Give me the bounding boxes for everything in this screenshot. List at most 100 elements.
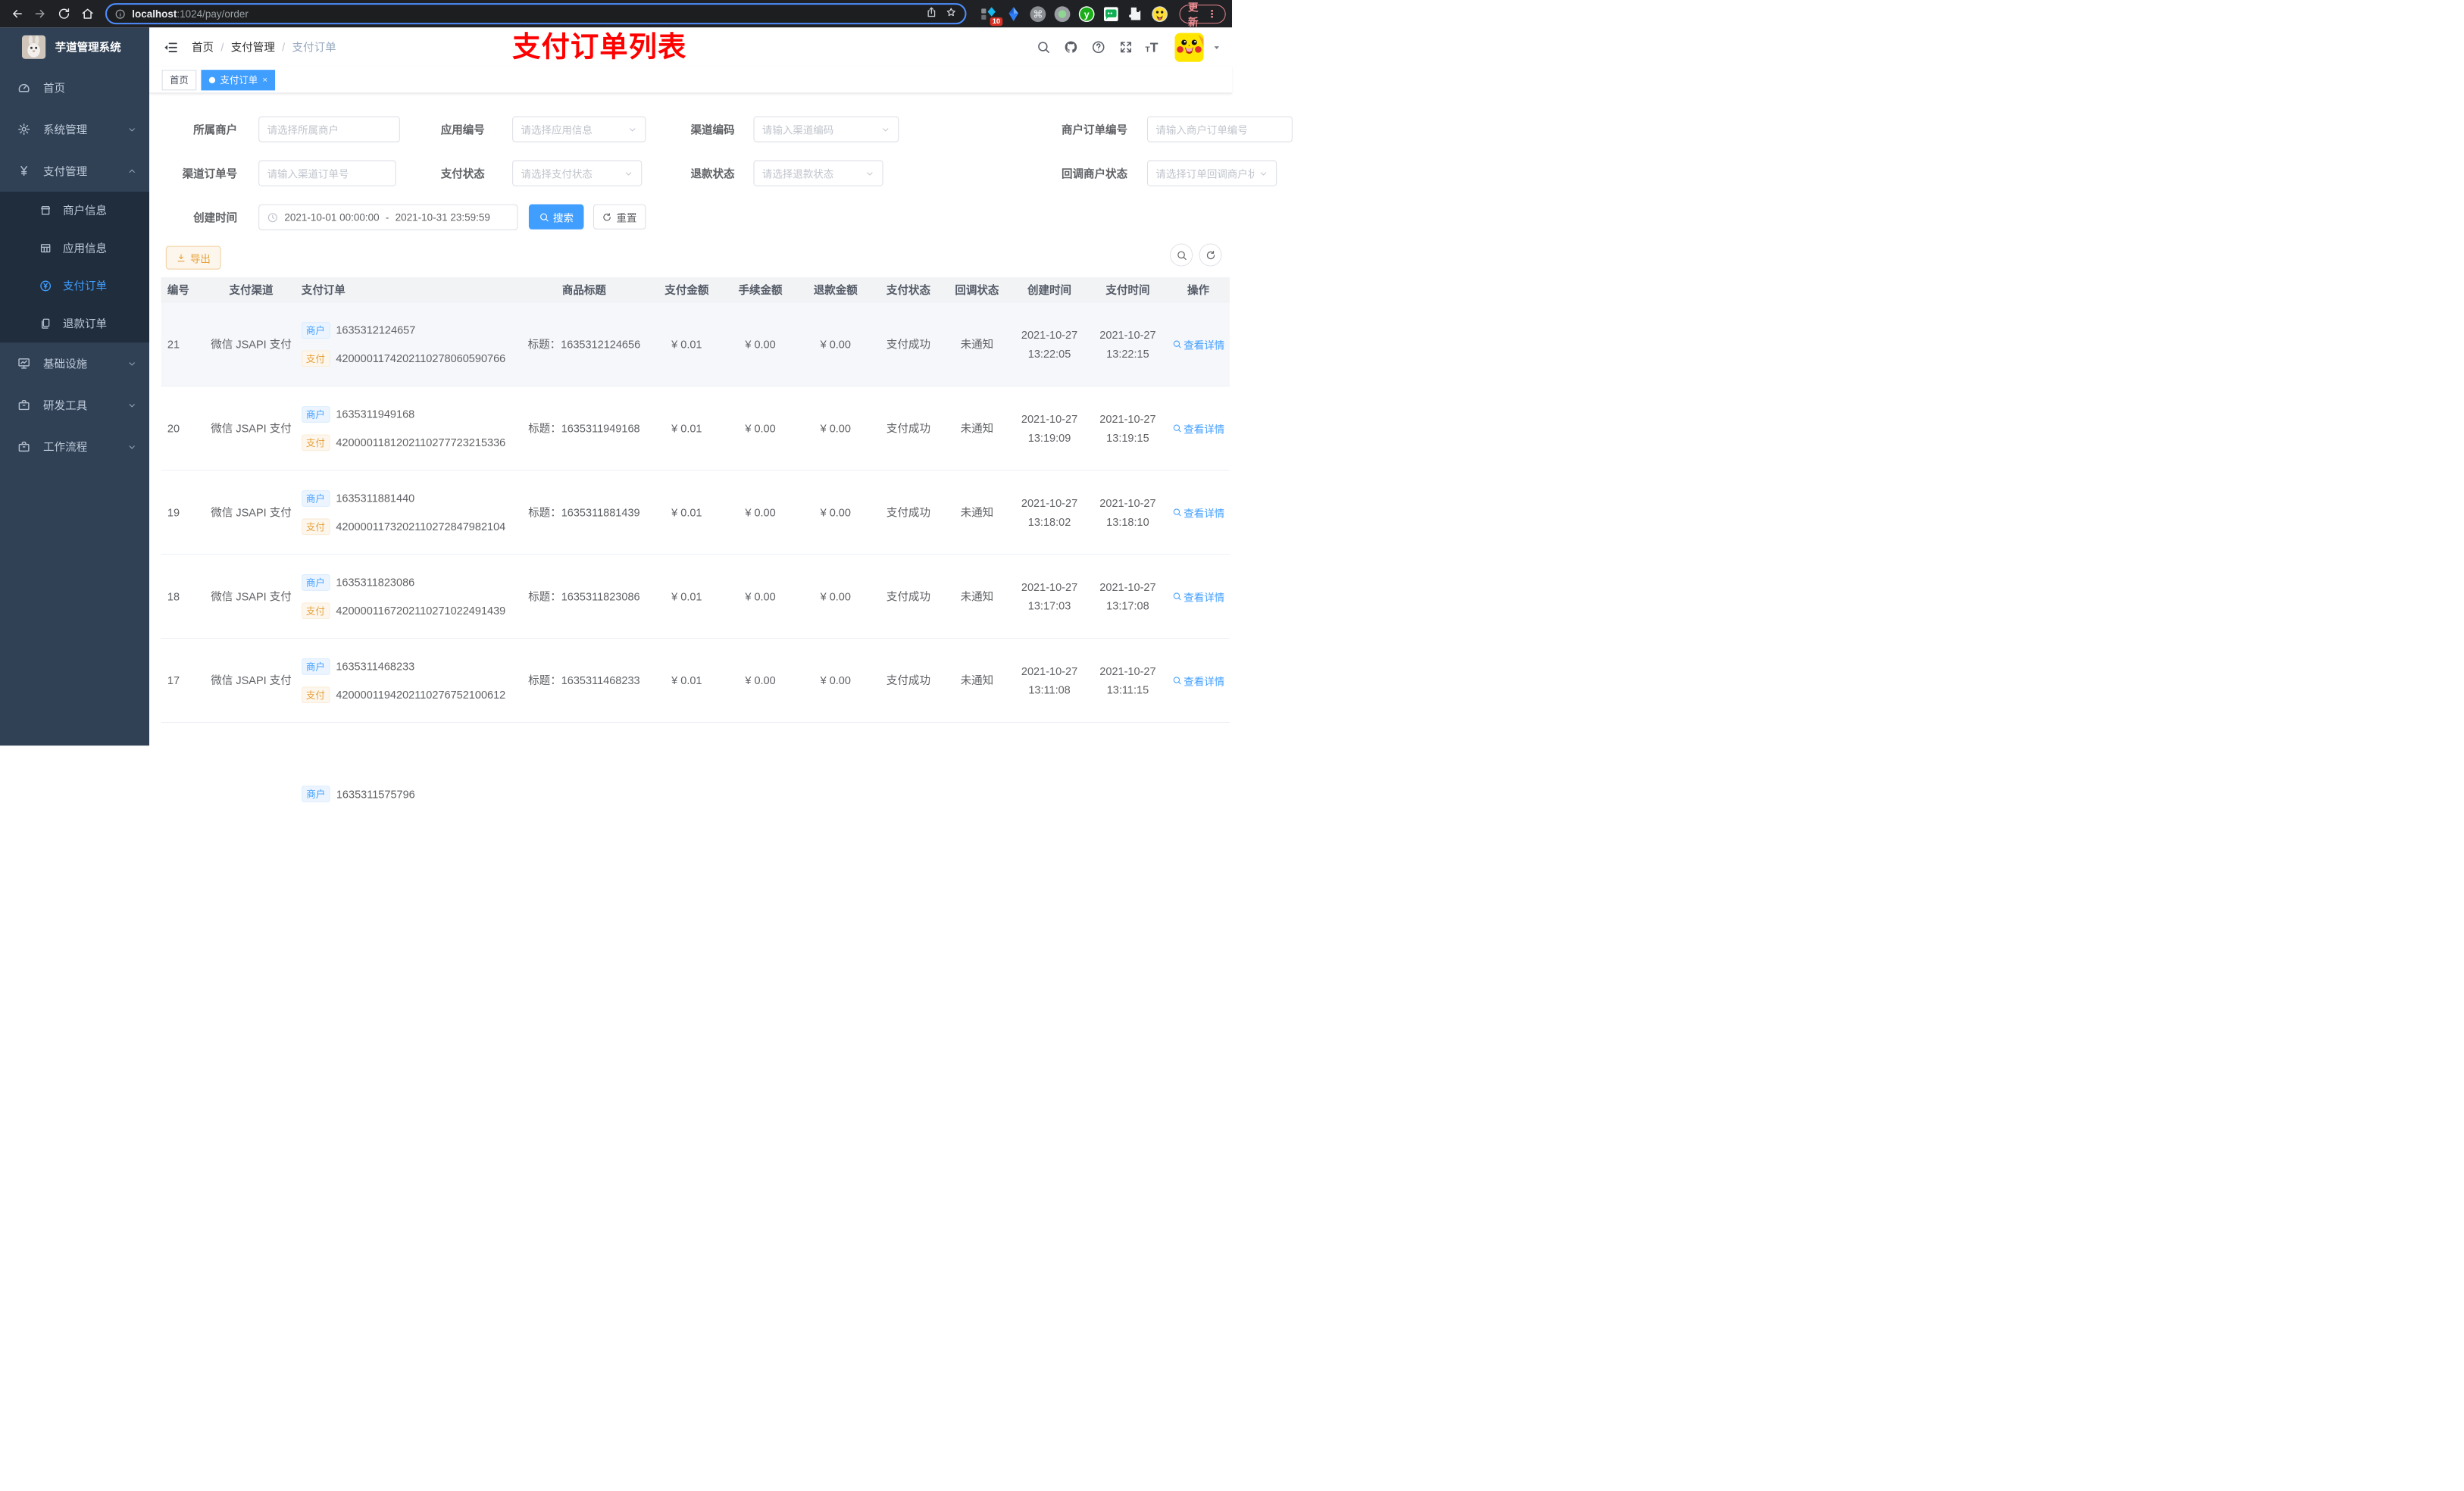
select-退款状态[interactable]: 请选择退款状态 xyxy=(753,160,883,186)
column-header-操作: 操作 xyxy=(1187,283,1210,296)
cell-notify-status: 未通知 xyxy=(960,421,994,435)
github-icon[interactable] xyxy=(1063,39,1079,55)
site-info-icon[interactable] xyxy=(114,8,126,20)
reset-button[interactable]: 重置 xyxy=(593,204,646,230)
browser-back-icon[interactable] xyxy=(6,4,27,24)
tag-首页[interactable]: 首页 xyxy=(161,69,197,90)
select-渠道编码[interactable]: 请输入渠道编码 xyxy=(753,116,899,142)
y-circle-icon[interactable]: y xyxy=(1078,5,1096,23)
emoji-face-icon[interactable] xyxy=(1151,5,1168,23)
cell-notify-status: 未通知 xyxy=(960,337,994,351)
column-header-创建时间: 创建时间 xyxy=(1027,283,1072,296)
cell-channel: 微信 JSAPI 支付 xyxy=(211,674,292,687)
date-range-start[interactable]: 2021-10-01 00:00:00 xyxy=(284,211,379,223)
merchant-order-no: 1635311575796 xyxy=(336,787,415,801)
input-所属商户[interactable]: 请选择所属商户 xyxy=(258,116,400,142)
fullscreen-icon[interactable] xyxy=(1118,39,1134,55)
sidebar-subitem-退款订单[interactable]: 退款订单 xyxy=(0,305,149,342)
cell-refund: ¥ 0.00 xyxy=(820,337,851,351)
view-detail-link[interactable]: 查看详情 xyxy=(1172,336,1224,352)
cell-order-numbers: 商户 1635311823086 支付 42000011672021102710224… xyxy=(299,574,518,619)
tag-close-icon[interactable]: × xyxy=(262,75,267,84)
tag-dot xyxy=(208,77,216,83)
sidebar-subitem-应用信息[interactable]: 应用信息 xyxy=(0,230,149,267)
input-渠道订单号[interactable]: 请输入渠道订单号 xyxy=(258,160,396,186)
tag-支付订单[interactable]: 支付订单 × xyxy=(201,69,276,90)
blue-diamond-icon[interactable]: 10 xyxy=(980,5,1003,26)
cell-fee: ¥ 0.00 xyxy=(745,674,776,687)
sidebar-item-支付管理[interactable]: 支付管理 xyxy=(0,150,149,192)
view-detail-link[interactable]: 查看详情 xyxy=(1172,505,1224,520)
cell-create-time: 2021-10-27 13:17:03 xyxy=(1021,580,1078,612)
cell-create-time: 2021-10-27 13:19:09 xyxy=(1021,412,1078,444)
sidebar-item-基础设施[interactable]: 基础设施 xyxy=(0,342,149,384)
blue-gem-icon[interactable] xyxy=(1005,5,1022,23)
search-button[interactable]: 搜索 xyxy=(528,204,584,230)
puzzle-icon[interactable] xyxy=(1127,5,1144,23)
sidebar-item-工作流程[interactable]: 工作流程 xyxy=(0,426,149,467)
create-time-range-input[interactable]: 2021-10-01 00:00:00 - 2021-10-31 23:59:5… xyxy=(258,204,518,230)
toggle-search-button[interactable] xyxy=(1170,243,1193,267)
svg-text:⌘: ⌘ xyxy=(1033,8,1043,20)
table-row: 20 微信 JSAPI 支付 商户 1635311949168 支付 4200001181… xyxy=(161,386,1230,471)
filter-label-支付状态: 支付状态 xyxy=(440,167,485,180)
merchant-order-no: 1635311823086 xyxy=(336,576,415,589)
date-range-end[interactable]: 2021-10-31 23:59:59 xyxy=(396,211,490,223)
browser-forward-icon[interactable] xyxy=(30,4,50,24)
cell-id: 17 xyxy=(167,674,180,687)
command-icon[interactable]: ⌘ xyxy=(1029,5,1046,23)
select-支付状态[interactable]: 请选择支付状态 xyxy=(512,160,643,186)
bookmark-star-icon[interactable] xyxy=(946,6,958,22)
select-回调商户状态[interactable]: 请选择订单回调商户状态 xyxy=(1147,160,1277,186)
merchant-tag: 商户 xyxy=(301,405,330,423)
shop-icon xyxy=(39,205,52,217)
sidebar-item-首页[interactable]: 首页 xyxy=(0,67,149,108)
select-应用编号[interactable]: 请选择应用信息 xyxy=(512,116,646,142)
view-detail-link[interactable]: 查看详情 xyxy=(1172,673,1224,688)
sidebar-item-label: 支付管理 xyxy=(43,164,88,177)
user-caret-icon[interactable] xyxy=(1212,43,1221,52)
input-商户订单编号[interactable]: 请输入商户订单编号 xyxy=(1147,116,1293,142)
view-detail-link[interactable]: 查看详情 xyxy=(1172,589,1224,604)
url-text[interactable]: localhost:1024/pay/order xyxy=(132,8,919,20)
address-bar[interactable]: localhost:1024/pay/order xyxy=(105,3,967,25)
share-icon[interactable] xyxy=(926,6,938,22)
browser-home-icon[interactable] xyxy=(77,4,98,24)
breadcrumb-支付管理[interactable]: 支付管理 xyxy=(231,39,275,55)
breadcrumb-首页[interactable]: 首页 xyxy=(192,39,214,55)
chevron-down-icon xyxy=(127,400,136,409)
green-chat-icon[interactable] xyxy=(1102,5,1120,23)
table-row: 21 微信 JSAPI 支付 商户 1635312124657 支付 4200001174… xyxy=(161,302,1230,387)
green-dot-icon[interactable] xyxy=(1054,5,1071,23)
cell-order-numbers: 商户 1635311881440 支付 42000011732021102728479… xyxy=(299,489,518,535)
channel-order-no: 4200001174202110278060590766 xyxy=(336,352,506,365)
sidebar-item-研发工具[interactable]: 研发工具 xyxy=(0,384,149,426)
sidebar-fold-icon[interactable] xyxy=(161,37,181,58)
tag-label: 支付订单 xyxy=(220,74,258,86)
font-size-icon[interactable]: TT xyxy=(1145,40,1158,54)
merchant-tag: 商户 xyxy=(301,321,330,339)
sidebar-item-系统管理[interactable]: 系统管理 xyxy=(0,108,149,150)
user-avatar[interactable] xyxy=(1174,33,1204,62)
monitor-icon xyxy=(17,357,31,370)
search-icon[interactable] xyxy=(1035,39,1051,55)
refresh-table-button[interactable] xyxy=(1199,243,1222,267)
cell-title: 标题：1635311823086 xyxy=(528,589,640,603)
sidebar-subitem-商户信息[interactable]: 商户信息 xyxy=(0,192,149,230)
browser-menu-icon[interactable]: ⋮ xyxy=(1207,8,1217,20)
app-logo[interactable]: 芋道管理系统 xyxy=(0,27,149,67)
view-detail-link[interactable]: 查看详情 xyxy=(1172,420,1224,436)
tag-label: 首页 xyxy=(169,74,189,86)
cell-order-numbers: 商户 1635311468233 支付 42000011942021102767521… xyxy=(299,658,518,703)
cell-refund: ¥ 0.00 xyxy=(820,505,851,519)
help-icon[interactable] xyxy=(1090,39,1106,55)
logo-avatar xyxy=(22,35,46,59)
sidebar-subitem-支付订单[interactable]: 支付订单 xyxy=(0,267,149,305)
sidebar-subitem-label: 应用信息 xyxy=(62,242,108,255)
breadcrumb-separator: / xyxy=(282,40,286,54)
filter-label-渠道订单号: 渠道订单号 xyxy=(182,167,238,180)
browser-reload-icon[interactable] xyxy=(54,4,74,24)
export-button[interactable]: 导出 xyxy=(165,245,221,270)
dashboard-icon xyxy=(17,81,31,95)
browser-update-button[interactable]: 更新 ⋮ xyxy=(1179,2,1226,28)
